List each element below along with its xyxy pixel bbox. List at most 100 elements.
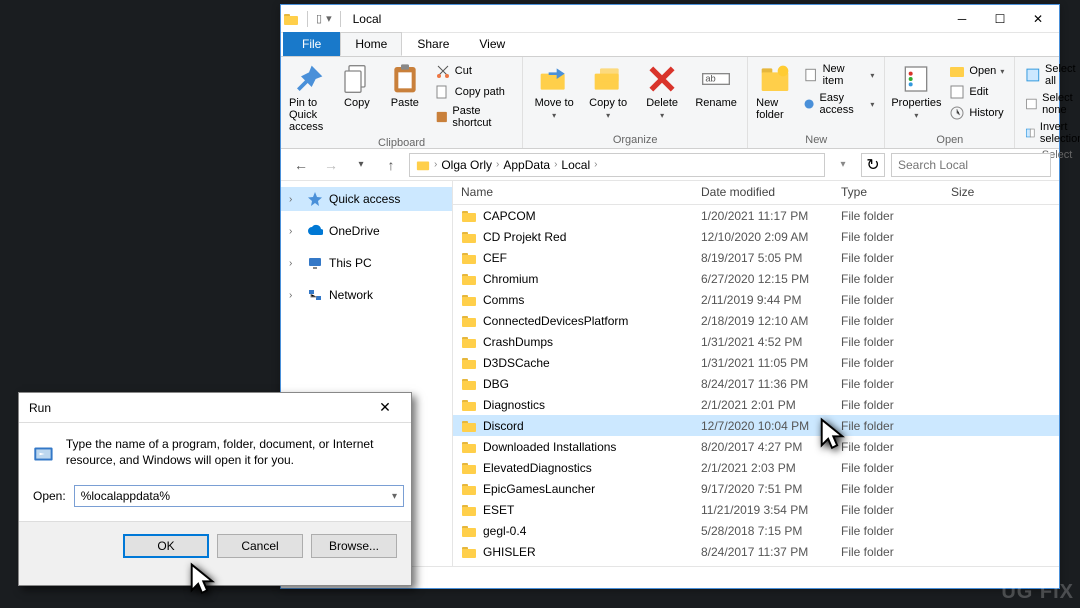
close-button[interactable]: ✕ xyxy=(1019,5,1057,33)
delete-button[interactable]: Delete▾ xyxy=(637,61,687,122)
new-folder-button[interactable]: New folder xyxy=(754,61,795,123)
svg-text:ab: ab xyxy=(705,74,715,84)
file-row[interactable]: CEF8/19/2017 5:05 PMFile folder xyxy=(453,247,1059,268)
paste-icon xyxy=(389,63,421,95)
col-type[interactable]: Type xyxy=(833,181,943,204)
tab-file[interactable]: File xyxy=(283,32,340,56)
nav-back-button[interactable]: ← xyxy=(289,153,313,177)
file-row[interactable]: CrashDumps1/31/2021 4:52 PMFile folder xyxy=(453,331,1059,352)
newitem-icon xyxy=(803,67,818,83)
nav-item-this-pc[interactable]: ›This PC xyxy=(281,251,452,275)
file-row[interactable]: ESET11/21/2019 3:54 PMFile folder xyxy=(453,499,1059,520)
select-all-button[interactable]: Select all xyxy=(1021,61,1080,89)
nav-item-quick-access[interactable]: ›Quick access xyxy=(281,187,452,211)
qat-item[interactable]: ▾ xyxy=(326,12,332,25)
cancel-button[interactable]: Cancel xyxy=(217,534,303,558)
breadcrumb-segment[interactable]: Olga Orly xyxy=(441,158,492,172)
file-row[interactable]: gegl-0.45/28/2018 7:15 PMFile folder xyxy=(453,520,1059,541)
file-row[interactable]: EpicGamesLauncher9/17/2020 7:51 PMFile f… xyxy=(453,478,1059,499)
file-row[interactable]: Discord12/7/2020 10:04 PMFile folder xyxy=(453,415,1059,436)
folder-icon xyxy=(283,11,299,27)
run-title: Run xyxy=(29,401,51,415)
qat: ▯ ▾ xyxy=(283,11,345,27)
file-row[interactable]: D3DSCache1/31/2021 11:05 PMFile folder xyxy=(453,352,1059,373)
file-rows: CAPCOM1/20/2021 11:17 PMFile folderCD Pr… xyxy=(453,205,1059,566)
ribbon-group-organize: Move to▾ Copy to▾ Delete▾ abRename Organ… xyxy=(523,57,748,148)
move-to-button[interactable]: Move to▾ xyxy=(529,61,579,122)
nav-item-network[interactable]: ›Network xyxy=(281,283,452,307)
tab-share[interactable]: Share xyxy=(402,32,464,56)
file-row[interactable]: Diagnostics2/1/2021 2:01 PMFile folder xyxy=(453,394,1059,415)
file-row[interactable]: CAPCOM1/20/2021 11:17 PMFile folder xyxy=(453,205,1059,226)
tab-view[interactable]: View xyxy=(464,32,520,56)
paste-shortcut-button[interactable]: Paste shortcut xyxy=(431,103,516,131)
browse-button[interactable]: Browse... xyxy=(311,534,397,558)
run-dialog: Run ✕ Type the name of a program, folder… xyxy=(18,392,412,586)
edit-button[interactable]: Edit xyxy=(945,82,1008,102)
run-input[interactable] xyxy=(74,485,404,507)
file-row[interactable]: Downloaded Installations8/20/2017 4:27 P… xyxy=(453,436,1059,457)
file-row[interactable]: GHISLER8/24/2017 11:37 PMFile folder xyxy=(453,541,1059,562)
breadcrumb[interactable]: › Olga Orly › AppData › Local › xyxy=(409,153,825,177)
history-button[interactable]: History xyxy=(945,103,1008,123)
ribbon-group-select: Select all Select none Invert selection … xyxy=(1015,57,1080,148)
file-row[interactable]: ConnectedDevicesPlatform2/18/2019 12:10 … xyxy=(453,310,1059,331)
copy-button[interactable]: Copy xyxy=(335,61,379,111)
maximize-button[interactable]: ☐ xyxy=(981,5,1019,33)
col-size[interactable]: Size xyxy=(943,181,1023,204)
breadcrumb-segment[interactable]: AppData xyxy=(503,158,550,172)
list-header: Name Date modified Type Size xyxy=(453,181,1059,205)
search-input[interactable] xyxy=(891,153,1051,177)
select-none-button[interactable]: Select none xyxy=(1021,90,1080,118)
invert-icon xyxy=(1025,125,1036,141)
nav-up-button[interactable]: ↑ xyxy=(379,153,403,177)
copy-path-button[interactable]: Copy path xyxy=(431,82,516,102)
tab-home[interactable]: Home xyxy=(340,32,402,56)
easy-access-button[interactable]: Easy access ▾ xyxy=(799,90,878,118)
pasteshortcut-icon xyxy=(435,109,449,125)
copy-to-button[interactable]: Copy to▾ xyxy=(583,61,633,122)
history-icon xyxy=(949,105,965,121)
cut-icon xyxy=(435,63,451,79)
breadcrumb-segment[interactable]: Local xyxy=(561,158,590,172)
rename-button[interactable]: abRename xyxy=(691,61,741,111)
nav-recent-button[interactable]: ▾ xyxy=(349,153,373,177)
pin-quick-access-button[interactable]: Pin to Quick access xyxy=(287,61,331,135)
ok-button[interactable]: OK xyxy=(123,534,209,558)
rename-icon: ab xyxy=(700,63,732,95)
titlebar: ▯ ▾ Local ─ ☐ ✕ xyxy=(281,5,1059,33)
run-titlebar: Run ✕ xyxy=(19,393,411,423)
qat-item[interactable]: ▯ xyxy=(316,12,322,25)
ribbon-group-open: Properties▾ Open ▾ Edit History Open xyxy=(885,57,1015,148)
refresh-button[interactable]: ↻ xyxy=(861,153,885,177)
ribbon-tabs: File Home Share View xyxy=(281,33,1059,57)
easyaccess-icon xyxy=(803,96,815,112)
col-name[interactable]: Name xyxy=(453,181,693,204)
selectnone-icon xyxy=(1025,96,1038,112)
open-button[interactable]: Open ▾ xyxy=(945,61,1008,81)
copypath-icon xyxy=(435,84,451,100)
minimize-button[interactable]: ─ xyxy=(943,5,981,33)
ribbon-group-clipboard: Pin to Quick access Copy Paste Cut Copy … xyxy=(281,57,523,148)
nav-forward-button[interactable]: → xyxy=(319,153,343,177)
file-row[interactable]: CD Projekt Red12/10/2020 2:09 AMFile fol… xyxy=(453,226,1059,247)
folder-icon xyxy=(416,158,430,172)
ribbon: Pin to Quick access Copy Paste Cut Copy … xyxy=(281,57,1059,149)
new-item-button[interactable]: New item ▾ xyxy=(799,61,878,89)
cut-button[interactable]: Cut xyxy=(431,61,516,81)
file-row[interactable]: DBG8/24/2017 11:36 PMFile folder xyxy=(453,373,1059,394)
paste-button[interactable]: Paste xyxy=(383,61,427,111)
run-description: Type the name of a program, folder, docu… xyxy=(66,437,397,471)
nav-item-onedrive[interactable]: ›OneDrive xyxy=(281,219,452,243)
file-row[interactable]: ElevatedDiagnostics2/1/2021 2:03 PMFile … xyxy=(453,457,1059,478)
invert-selection-button[interactable]: Invert selection xyxy=(1021,119,1080,147)
pin-icon xyxy=(293,63,325,95)
run-close-button[interactable]: ✕ xyxy=(369,393,401,423)
file-row[interactable]: Chromium6/27/2020 12:15 PMFile folder xyxy=(453,268,1059,289)
col-date[interactable]: Date modified xyxy=(693,181,833,204)
copy-icon xyxy=(341,63,373,95)
file-row[interactable]: Comms2/11/2019 9:44 PMFile folder xyxy=(453,289,1059,310)
properties-button[interactable]: Properties▾ xyxy=(891,61,941,122)
moveto-icon xyxy=(538,63,570,95)
breadcrumb-dropdown[interactable]: ▾ xyxy=(831,153,855,177)
